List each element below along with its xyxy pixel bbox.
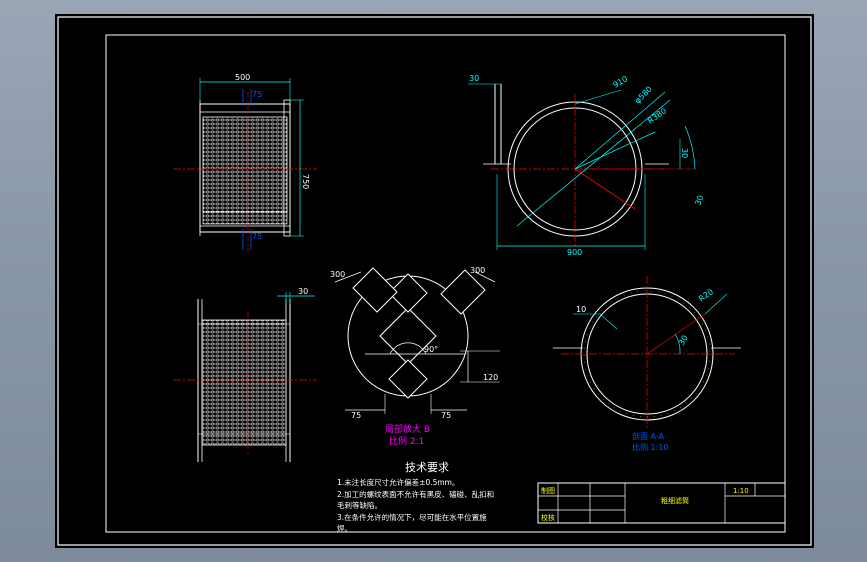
detail-b-view[interactable]: 300 300 90° 120 75 75 局部放大 B 比例 2:1 bbox=[330, 266, 500, 447]
detail-b-left-width: 300 bbox=[330, 270, 345, 279]
section-aa-scale: 比例 1:10 bbox=[632, 442, 669, 452]
title-block-checked-label: 校核 bbox=[541, 513, 555, 522]
detail-b-caption: 局部放大 B bbox=[385, 423, 430, 435]
ring-slot-dim: 30 bbox=[680, 148, 689, 158]
section-aa-view[interactable]: 10 R20 30 剖面 A-A 比例 1:10 bbox=[553, 276, 741, 452]
cad-drawing-canvas[interactable]: 500 750 75 75 30 30 910 φ580 R380 900 30… bbox=[55, 14, 814, 548]
front-view-inner-dim-bottom: 75 bbox=[252, 232, 262, 241]
notes-line-2b: 毛刺等缺陷。 bbox=[337, 500, 382, 510]
detail-b-angle: 90° bbox=[424, 345, 438, 354]
detail-b-bottom-right: 75 bbox=[441, 411, 451, 420]
front-view-inner-dim-top: 75 bbox=[252, 90, 262, 99]
title-block[interactable]: 制图 校核 粗细滤筒 1:10 bbox=[537, 482, 786, 524]
ring-outer-radius-dim: R380 bbox=[646, 106, 668, 125]
detail-b-bottom-left: 75 bbox=[351, 411, 361, 420]
title-block-part-name: 粗细滤筒 bbox=[661, 496, 689, 505]
top-right-ring-view[interactable]: 30 910 φ580 R380 900 30 30 bbox=[468, 74, 705, 257]
front-view[interactable]: 500 750 75 75 bbox=[173, 73, 317, 252]
ring-base-width-dim: 900 bbox=[567, 248, 582, 257]
technical-notes: 技术要求 1.未注长度尺寸允许偏差±0.5mm。 2.加工的螺纹表面不允许有黑皮… bbox=[337, 461, 494, 533]
section-aa-caption: 剖面 A-A bbox=[632, 431, 665, 441]
side-view-flange-dim: 30 bbox=[298, 287, 308, 296]
detail-b-scale: 比例 2:1 bbox=[389, 435, 424, 447]
front-view-height-dim: 750 bbox=[301, 174, 310, 189]
detail-b-right-width: 300 bbox=[470, 266, 485, 275]
notes-line-3b: 焊。 bbox=[337, 523, 352, 533]
front-view-width-dim: 500 bbox=[235, 73, 250, 82]
notes-line-2a: 2.加工的螺纹表面不允许有黑皮、磕碰、乱扣和 bbox=[337, 489, 494, 499]
ring-outer-diameter-dim: φ580 bbox=[633, 85, 654, 106]
ring-angle-dim: 30 bbox=[693, 194, 705, 207]
side-view[interactable]: 30 bbox=[173, 287, 317, 462]
notes-line-3a: 3.在条件允许的情况下，尽可能在水平位置施 bbox=[337, 512, 487, 522]
section-aa-radius: R20 bbox=[697, 287, 715, 303]
ring-tab-dim: 30 bbox=[469, 74, 479, 83]
detail-b-height: 120 bbox=[483, 373, 498, 382]
ring-thick-dim: 910 bbox=[612, 74, 630, 89]
notes-line-1: 1.未注长度尺寸允许偏差±0.5mm。 bbox=[337, 477, 459, 487]
section-aa-thickness: 10 bbox=[576, 305, 586, 314]
section-aa-angle: 30 bbox=[677, 334, 690, 347]
notes-heading: 技术要求 bbox=[405, 461, 449, 474]
title-block-drawn-label: 制图 bbox=[541, 486, 555, 495]
title-block-scale: 1:10 bbox=[733, 487, 749, 495]
inner-frame bbox=[105, 34, 786, 533]
